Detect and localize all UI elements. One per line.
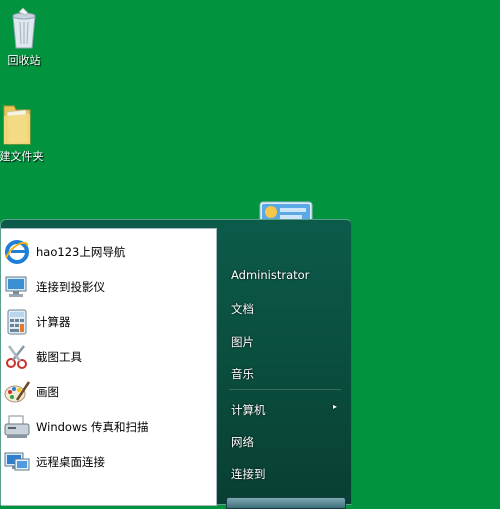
program-label: hao123上网导航 (36, 245, 126, 259)
internet-explorer-icon (5, 240, 29, 264)
program-label: 截图工具 (36, 350, 82, 364)
fax-scanner-icon (4, 415, 30, 438)
start-menu-item-label: 连接到 (231, 467, 266, 481)
desktop-icon-recycle-bin[interactable]: 回收站 (0, 6, 56, 68)
start-menu-right-pane: Administrator 文档 图片 音乐 计算机 ▸ 网络 连接到 (217, 220, 351, 504)
scissors-icon (6, 345, 27, 369)
start-menu-item-label: Administrator (231, 268, 310, 282)
program-label: Windows 传真和扫描 (36, 420, 149, 434)
desktop-icon-label: 新建文件夹 (0, 150, 44, 163)
program-label: 连接到投影仪 (36, 280, 105, 294)
start-menu-item-pictures[interactable]: 图片 (231, 334, 347, 350)
start-menu-item-label: 网络 (231, 435, 254, 449)
start-menu-item-connect-to[interactable]: 连接到 (231, 466, 347, 482)
start-menu-item-documents[interactable]: 文档 (231, 301, 347, 317)
start-menu-item-label: 音乐 (231, 367, 254, 381)
paint-icon (4, 381, 31, 403)
calculator-icon (7, 309, 27, 335)
start-menu-item-label: 计算机 (231, 403, 266, 417)
chevron-right-icon: ▸ (332, 402, 337, 411)
start-menu-item-network[interactable]: 网络 (231, 434, 347, 450)
projector-icon (5, 276, 27, 297)
start-menu-separator (229, 389, 341, 390)
program-label: 远程桌面连接 (36, 455, 105, 469)
start-menu-item-label: 图片 (231, 335, 254, 349)
start-menu: hao123上网导航 连接到投影仪 计算器 截图工具 画图 Windows 传真… (0, 219, 352, 506)
program-item-snipping-tool[interactable]: 截图工具 (1, 340, 215, 374)
start-menu-item-label: 文档 (231, 302, 254, 316)
start-menu-item-music[interactable]: 音乐 (231, 366, 347, 382)
program-item-projector[interactable]: 连接到投影仪 (1, 270, 215, 304)
program-label: 计算器 (36, 315, 71, 329)
program-item-paint[interactable]: 画图 (1, 375, 215, 409)
start-menu-program-list: hao123上网导航 连接到投影仪 计算器 截图工具 画图 Windows 传真… (1, 228, 217, 506)
start-menu-item-user[interactable]: Administrator (231, 268, 347, 282)
folder-icon (3, 105, 31, 145)
program-item-remote-desktop[interactable]: 远程桌面连接 (1, 445, 215, 479)
desktop-icon-new-folder[interactable]: 新建文件夹 (0, 100, 48, 164)
desktop-icon-label: 回收站 (7, 54, 41, 67)
shutdown-button[interactable] (226, 497, 346, 509)
program-label: 画图 (36, 385, 59, 399)
program-item-fax-scan[interactable]: Windows 传真和扫描 (1, 410, 215, 444)
program-item-calculator[interactable]: 计算器 (1, 305, 215, 339)
start-menu-item-computer[interactable]: 计算机 ▸ (231, 402, 347, 418)
recycle-bin-icon (12, 7, 36, 49)
remote-desktop-icon (4, 452, 30, 471)
program-item-hao123[interactable]: hao123上网导航 (1, 235, 215, 269)
